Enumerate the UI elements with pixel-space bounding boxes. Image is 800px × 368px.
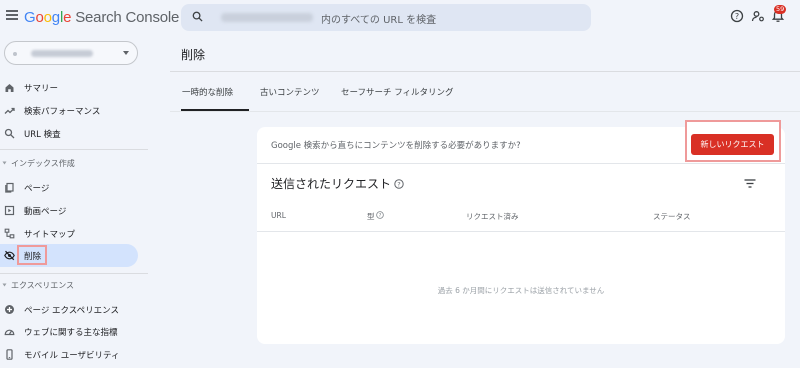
user-settings-icon[interactable] [751, 9, 765, 23]
header-divider [170, 71, 800, 72]
property-name-redacted [31, 50, 93, 57]
table-header-divider [257, 231, 785, 232]
home-icon [5, 84, 14, 92]
app-logo[interactable]: Google Search Console [24, 9, 179, 26]
sidebar-item-core-web-vitals[interactable]: ウェブに関する主な指標 [0, 320, 138, 343]
column-header-status[interactable]: ステータス [653, 211, 691, 222]
sidebar-item-url-inspection[interactable]: URL 検査 [0, 122, 138, 145]
sidebar-item-mobile-usability[interactable]: モバイル ユーザビリティ [0, 343, 138, 366]
card-divider [257, 163, 785, 164]
property-url-redacted [221, 13, 313, 22]
caret-down-icon [123, 51, 129, 55]
svg-text:?: ? [735, 12, 739, 21]
speed-icon [4, 329, 15, 336]
column-header-type[interactable]: 型 [367, 211, 375, 222]
tab-outdated-content[interactable]: 古いコンテンツ [260, 86, 320, 98]
help-icon[interactable]: ? [394, 179, 404, 189]
pages-icon [5, 182, 14, 193]
column-header-url[interactable]: URL [271, 211, 286, 220]
help-icon[interactable]: ? [730, 9, 744, 23]
property-selector[interactable] [4, 41, 138, 65]
chevron-down-icon [2, 161, 7, 165]
tab-temporary-removals[interactable]: 一時的な削除 [182, 86, 233, 98]
section-header-experience[interactable]: エクスペリエンス [0, 280, 74, 291]
phone-icon [6, 349, 13, 360]
section-header-index[interactable]: インデックス作成 [0, 158, 75, 169]
svg-text:?: ? [379, 213, 382, 219]
plus-circle-icon [5, 305, 14, 314]
help-icon[interactable]: ? [376, 211, 384, 219]
new-request-button[interactable]: 新しいリクエスト [691, 134, 774, 155]
menu-icon[interactable] [6, 10, 18, 20]
removal-question: Google 検索から直ちにコンテンツを削除する必要がありますか? [271, 141, 521, 151]
removals-card: Google 検索から直ちにコンテンツを削除する必要がありますか? 新しいリクエ… [257, 120, 785, 344]
sidebar-item-pages[interactable]: ページ [0, 176, 138, 199]
sidebar-item-video-pages[interactable]: 動画ページ [0, 199, 138, 222]
top-bar: Google Search Console 内のすべての URL を検査 ? 59 [0, 0, 800, 36]
empty-state-message: 過去 6 か月間にリクエストは送信されていません [437, 286, 605, 295]
filter-icon[interactable] [744, 179, 756, 188]
submitted-requests-title: 送信されたリクエスト [271, 177, 392, 191]
sidebar-item-performance[interactable]: 検索パフォーマンス [0, 99, 138, 122]
sidebar-item-summary[interactable]: サマリー [0, 76, 138, 99]
sidebar: サマリー 検索パフォーマンス URL 検査 インデックス作成 ページ 動画ページ… [0, 36, 150, 368]
video-icon [4, 205, 15, 216]
sidebar-item-page-experience[interactable]: ページ エクスペリエンス [0, 298, 138, 321]
url-inspection-search[interactable]: 内のすべての URL を検査 [181, 4, 591, 31]
page-title: 削除 [181, 48, 206, 62]
tab-safesearch-filtering[interactable]: セーフサーチ フィルタリング [341, 86, 454, 98]
svg-text:?: ? [397, 181, 400, 189]
search-input[interactable]: 内のすべての URL を検査 [321, 11, 436, 26]
search-icon [4, 128, 15, 139]
trending-icon [4, 107, 15, 114]
sidebar-divider [0, 273, 148, 274]
sidebar-item-removals[interactable]: 削除 [0, 244, 138, 267]
sitemap-icon [4, 228, 15, 239]
sidebar-divider [0, 149, 148, 150]
property-favicon [13, 52, 17, 56]
product-name: Search Console [75, 9, 180, 26]
sidebar-item-sitemaps[interactable]: サイトマップ [0, 222, 138, 245]
search-icon [192, 11, 203, 22]
column-header-requested[interactable]: リクエスト済み [466, 211, 519, 222]
notification-count-badge: 59 [774, 5, 787, 14]
chevron-down-icon [2, 283, 7, 287]
tabs-divider [170, 111, 800, 112]
removal-icon [4, 250, 15, 261]
